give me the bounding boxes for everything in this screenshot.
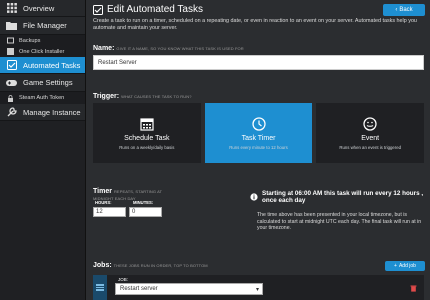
main-content: Edit Automated Tasks ‹ Back Create a tas…: [87, 0, 430, 300]
delete-job-icon[interactable]: [408, 283, 418, 293]
back-button[interactable]: ‹ Back: [383, 4, 425, 16]
trigger-option-event[interactable]: Event Runs when an event is triggered: [316, 103, 425, 163]
sidebar-item-label: Game Settings: [23, 78, 73, 87]
timer-summary: Starting at 06:00 AM this task will run …: [250, 190, 426, 232]
timer-inputs: HOURS: MINUTES: 12 0: [93, 200, 167, 217]
back-button-label: Back: [399, 7, 413, 13]
gamepad-icon: [6, 77, 17, 88]
sidebar-item-label: Manage Instance: [23, 107, 81, 117]
intro-text: Create a task to run on a timer, schedul…: [93, 18, 417, 31]
job-item: JOB: Restart server ▾: [93, 275, 424, 300]
trigger-option-desc: Runs on a weekly/daily basis: [119, 144, 175, 150]
calendar-icon: [140, 117, 154, 131]
sidebar-item-manage-instance[interactable]: Manage Instance: [0, 104, 85, 121]
trigger-hint: WHAT CAUSES THE TASK TO RUN?: [121, 94, 192, 99]
tasks-icon: [6, 60, 17, 71]
trigger-option-timer[interactable]: Task Timer Runs every minute to 12 hours: [204, 103, 313, 163]
sidebar-item-automated-tasks[interactable]: Automated Tasks: [0, 57, 85, 74]
event-icon: [363, 116, 377, 131]
name-hint: GIVE IT A NAME, SO YOU KNOW WHAT THIS TA…: [116, 46, 244, 51]
trigger-options: Schedule Task Runs on a weekly/daily bas…: [93, 103, 425, 163]
timer-label: Timer: [93, 188, 112, 195]
trigger-section-label: Trigger: WHAT CAUSES THE TASK TO RUN?: [93, 93, 192, 100]
sidebar-item-backups[interactable]: Backups: [0, 35, 85, 46]
job-select-value: Restart server: [120, 286, 158, 292]
sidebar-item-one-click-installer[interactable]: One Click Installer: [0, 46, 85, 57]
clock-icon: [251, 116, 266, 131]
jobs-label: Jobs:: [93, 262, 112, 269]
sidebar-item-steam-auth-token[interactable]: Steam Auth Token: [0, 92, 85, 104]
name-section-label: Name: GIVE IT A NAME, SO YOU KNOW WHAT TH…: [93, 45, 244, 52]
drag-handle-icon[interactable]: [93, 275, 107, 300]
hours-input[interactable]: 12: [93, 207, 126, 217]
trigger-option-title: Schedule Task: [124, 134, 170, 142]
add-job-label: Add job: [398, 263, 416, 269]
minutes-input[interactable]: 0: [129, 207, 162, 217]
hours-label: HOURS:: [95, 200, 112, 205]
chevron-down-icon: ▾: [255, 287, 259, 293]
sidebar-item-overview[interactable]: Overview: [0, 0, 85, 17]
timer-summary-text: Starting at 06:00 AM this task will run …: [262, 190, 424, 204]
sidebar: Overview File Manager Backups One Click …: [0, 0, 86, 300]
plus-icon: +: [394, 263, 397, 269]
trigger-option-desc: Runs when an event is triggered: [339, 144, 401, 150]
trigger-option-title: Event: [361, 134, 380, 142]
wrench-icon: [6, 107, 17, 118]
trigger-label: Trigger:: [93, 93, 120, 100]
sidebar-item-label: Backups: [19, 37, 41, 44]
grid-icon: [6, 3, 17, 14]
folder-icon: [6, 20, 17, 31]
sidebar-item-label: File Manager: [23, 21, 67, 30]
timer-description: The time above has been presented in you…: [257, 212, 422, 232]
backup-icon: [7, 37, 14, 44]
name-label: Name:: [93, 45, 115, 52]
sidebar-item-file-manager[interactable]: File Manager: [0, 17, 85, 35]
lock-icon: [7, 94, 14, 102]
job-select[interactable]: Restart server ▾: [115, 283, 263, 295]
info-icon: [250, 193, 258, 201]
sidebar-item-label: Overview: [23, 3, 55, 13]
page-header: Edit Automated Tasks: [93, 4, 203, 15]
trigger-option-desc: Runs every minute to 12 hours: [229, 144, 288, 150]
task-name-input[interactable]: Restart Server: [93, 55, 424, 70]
jobs-hint: THESE JOBS RUN IN ORDER, TOP TO BOTTOM: [113, 263, 208, 268]
job-field-label: JOB:: [118, 277, 129, 282]
installer-icon: [7, 48, 14, 55]
trigger-option-title: Task Timer: [241, 134, 276, 142]
minutes-label: MINUTES:: [133, 200, 154, 205]
sidebar-item-game-settings[interactable]: Game Settings: [0, 74, 85, 92]
add-job-button[interactable]: + Add job: [385, 261, 425, 271]
sidebar-item-label: Automated Tasks: [23, 60, 81, 70]
jobs-section-label: Jobs: THESE JOBS RUN IN ORDER, TOP TO BOT…: [93, 262, 208, 269]
sidebar-item-label: One Click Installer: [19, 48, 65, 55]
sidebar-item-label: Steam Auth Token: [19, 95, 65, 101]
chevron-left-icon: ‹: [395, 7, 398, 13]
trigger-option-schedule[interactable]: Schedule Task Runs on a weekly/daily bas…: [93, 103, 201, 163]
tasks-icon: [93, 4, 103, 15]
page-title: Edit Automated Tasks: [107, 4, 203, 15]
